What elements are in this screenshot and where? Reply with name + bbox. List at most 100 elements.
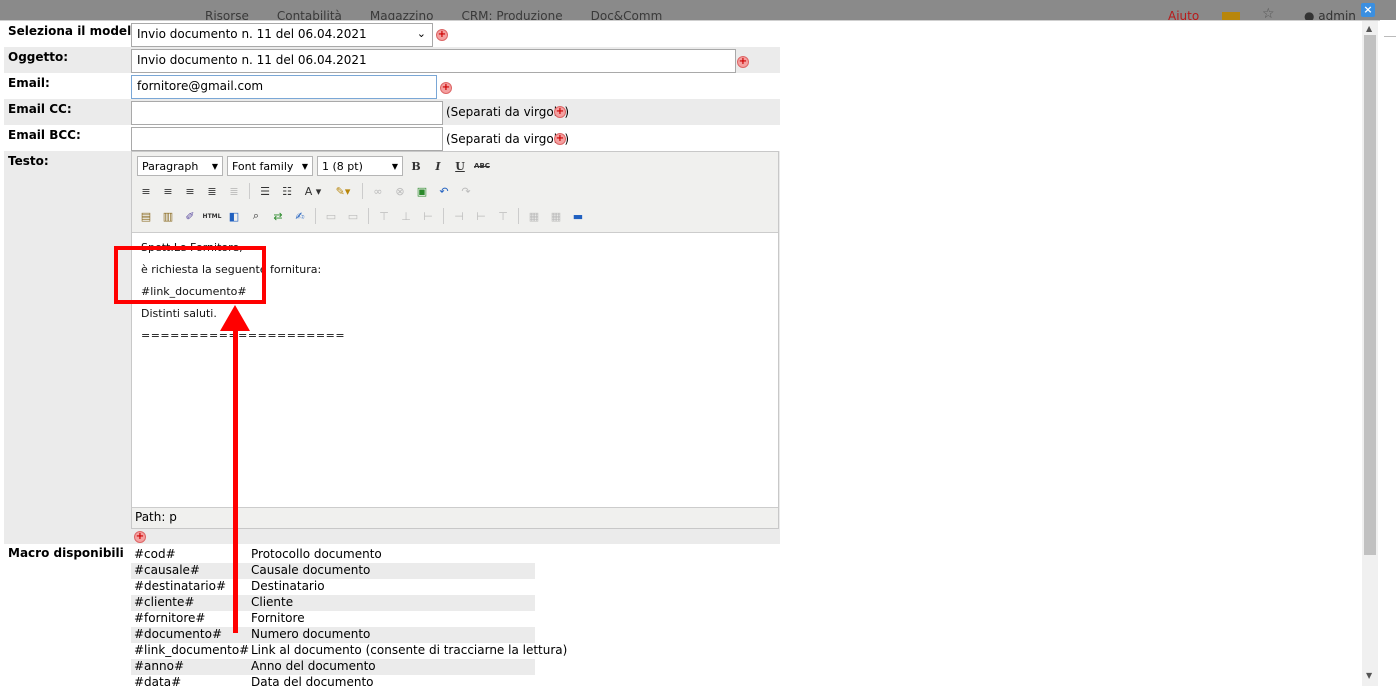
rich-text-editor: Paragraph ▼ Font family ▼ 1 (8 pt) ▼ B I U … — [131, 151, 779, 529]
scrollbar-thumb[interactable] — [1364, 35, 1376, 555]
insert-row-after-icon[interactable]: ⊥ — [397, 207, 415, 225]
macro-desc: Data del documento — [251, 675, 374, 686]
strikethrough-icon[interactable]: ABC — [473, 157, 491, 175]
table-cell-icon[interactable]: ▭ — [344, 207, 362, 225]
bcc-note: (Separati da virgola) — [446, 132, 570, 146]
cleanup-icon[interactable]: ✐ — [181, 207, 199, 225]
font-family-select[interactable]: Font family ▼ — [227, 156, 313, 176]
redo-icon[interactable]: ↷ — [457, 182, 475, 200]
font-size-value: 1 (8 pt) — [322, 159, 363, 173]
split-cells-icon[interactable]: ▦ — [525, 207, 543, 225]
highlight-color-icon[interactable]: ✎▾ — [330, 182, 356, 200]
insert-col-before-icon[interactable]: ⊣ — [450, 207, 468, 225]
cc-field[interactable] — [131, 101, 443, 125]
insert-row-before-icon[interactable]: ⊤ — [375, 207, 393, 225]
macro-desc: Destinatario — [251, 579, 325, 593]
table-row: #cliente# Cliente — [131, 595, 535, 611]
table-row: #fornitore# Fornitore — [131, 611, 535, 627]
delete-col-icon[interactable]: ⊤ — [494, 207, 512, 225]
macro-key: #cod# — [134, 547, 176, 561]
editor-line: Distinti saluti. — [141, 307, 217, 320]
macro-key: #link_documento# — [134, 643, 250, 657]
font-size-select[interactable]: 1 (8 pt) ▼ — [317, 156, 403, 176]
format-select[interactable]: Paragraph ▼ — [137, 156, 223, 176]
italic-icon[interactable]: I — [429, 157, 447, 175]
indent-icon[interactable]: ≣ — [225, 182, 243, 200]
align-left-icon[interactable]: ≡ — [137, 182, 155, 200]
align-center-icon[interactable]: ≡ — [159, 182, 177, 200]
model-select[interactable]: Invio documento n. 11 del 06.04.2021 ⌄ — [131, 23, 433, 47]
add-cc-icon[interactable]: + — [554, 106, 566, 118]
toolbar-separator — [315, 208, 316, 224]
subject-input[interactable]: Invio documento n. 11 del 06.04.2021 — [131, 49, 736, 73]
edit-icon[interactable]: ✍ — [291, 207, 309, 225]
bullet-list-icon[interactable]: ☰ — [256, 182, 274, 200]
toolbar-separator — [249, 183, 250, 199]
model-label: Seleziona il modello: — [8, 24, 149, 38]
link-icon[interactable]: ∞ — [369, 182, 387, 200]
chevron-down-icon: ▼ — [211, 161, 218, 171]
scroll-up-icon[interactable]: ▲ — [1366, 24, 1372, 33]
unlink-icon[interactable]: ⊗ — [391, 182, 409, 200]
chevron-down-icon: ▼ — [391, 161, 398, 171]
subject-value: Invio documento n. 11 del 06.04.2021 — [137, 53, 367, 67]
merge-cells-icon[interactable]: ▦ — [547, 207, 565, 225]
add-subject-icon[interactable]: + — [737, 56, 749, 68]
subject-row: Oggetto: Invio documento n. 11 del 06.04… — [4, 47, 780, 73]
table-row-icon[interactable]: ▭ — [322, 207, 340, 225]
email-row: Email: fornitore@gmail.com + — [4, 73, 780, 99]
search-icon[interactable]: ⌕ — [247, 207, 265, 225]
table-row: #link_documento# Link al documento (cons… — [131, 643, 567, 659]
html-icon[interactable]: HTML — [203, 207, 222, 225]
macro-key: #cliente# — [134, 595, 195, 609]
email-field[interactable]: fornitore@gmail.com — [131, 75, 437, 99]
cc-label: Email CC: — [8, 102, 72, 116]
table-row: #cod# Protocollo documento — [131, 547, 535, 563]
horizontal-rule-icon[interactable]: ▬ — [569, 207, 587, 225]
macro-key: #documento# — [134, 627, 222, 641]
text-color-icon[interactable]: A ▾ — [300, 182, 326, 200]
text-label: Testo: — [8, 154, 49, 168]
bold-icon[interactable]: B — [407, 157, 425, 175]
font-family-value: Font family — [232, 159, 294, 173]
add-model-icon[interactable]: + — [436, 29, 448, 41]
paste-icon[interactable]: ▤ — [137, 207, 155, 225]
table-row: #destinatario# Destinatario — [131, 579, 535, 595]
toolbar-row-1: Paragraph ▼ Font family ▼ 1 (8 pt) ▼ B I U … — [137, 155, 491, 177]
close-icon[interactable]: × — [1361, 3, 1375, 17]
replace-icon[interactable]: ⇄ — [269, 207, 287, 225]
table-row: #anno# Anno del documento — [131, 659, 535, 675]
add-text-icon[interactable]: + — [134, 531, 146, 543]
image-icon[interactable]: ▣ — [413, 182, 431, 200]
macro-desc: Causale documento — [251, 563, 371, 577]
cc-note: (Separati da virgola) — [446, 105, 570, 119]
underline-icon[interactable]: U — [451, 157, 469, 175]
align-right-icon[interactable]: ≡ — [181, 182, 199, 200]
bcc-label: Email BCC: — [8, 128, 81, 142]
macro-desc: Numero documento — [251, 627, 371, 641]
paste-word-icon[interactable]: ▥ — [159, 207, 177, 225]
bcc-row: Email BCC: (Separati da virgola) + — [4, 125, 780, 151]
model-select-value: Invio documento n. 11 del 06.04.2021 — [137, 27, 367, 41]
add-bcc-icon[interactable]: + — [554, 133, 566, 145]
macro-key: #data# — [134, 675, 182, 686]
page-edge — [1380, 20, 1396, 686]
toolbar-separator — [368, 208, 369, 224]
delete-row-icon[interactable]: ⊢ — [419, 207, 437, 225]
dialog-scrollbar[interactable]: ▲ ▼ — [1362, 21, 1378, 686]
align-justify-icon[interactable]: ≣ — [203, 182, 221, 200]
macro-desc: Protocollo documento — [251, 547, 382, 561]
bcc-field[interactable] — [131, 127, 443, 151]
toolbar-separator — [362, 183, 363, 199]
scroll-down-icon[interactable]: ▼ — [1366, 671, 1372, 680]
toolbar-separator — [518, 208, 519, 224]
numbered-list-icon[interactable]: ☷ — [278, 182, 296, 200]
undo-icon[interactable]: ↶ — [435, 182, 453, 200]
preview-icon[interactable]: ◧ — [225, 207, 243, 225]
toolbar-row-2: ≡ ≡ ≡ ≣ ≣ ☰ ☷ A ▾ ✎▾ ∞ ⊗ ▣ ↶ ↷ — [137, 180, 475, 202]
add-email-icon[interactable]: + — [440, 82, 452, 94]
email-value: fornitore@gmail.com — [137, 79, 264, 93]
macro-key: #destinatario# — [134, 579, 227, 593]
toolbar-separator — [443, 208, 444, 224]
insert-col-after-icon[interactable]: ⊢ — [472, 207, 490, 225]
